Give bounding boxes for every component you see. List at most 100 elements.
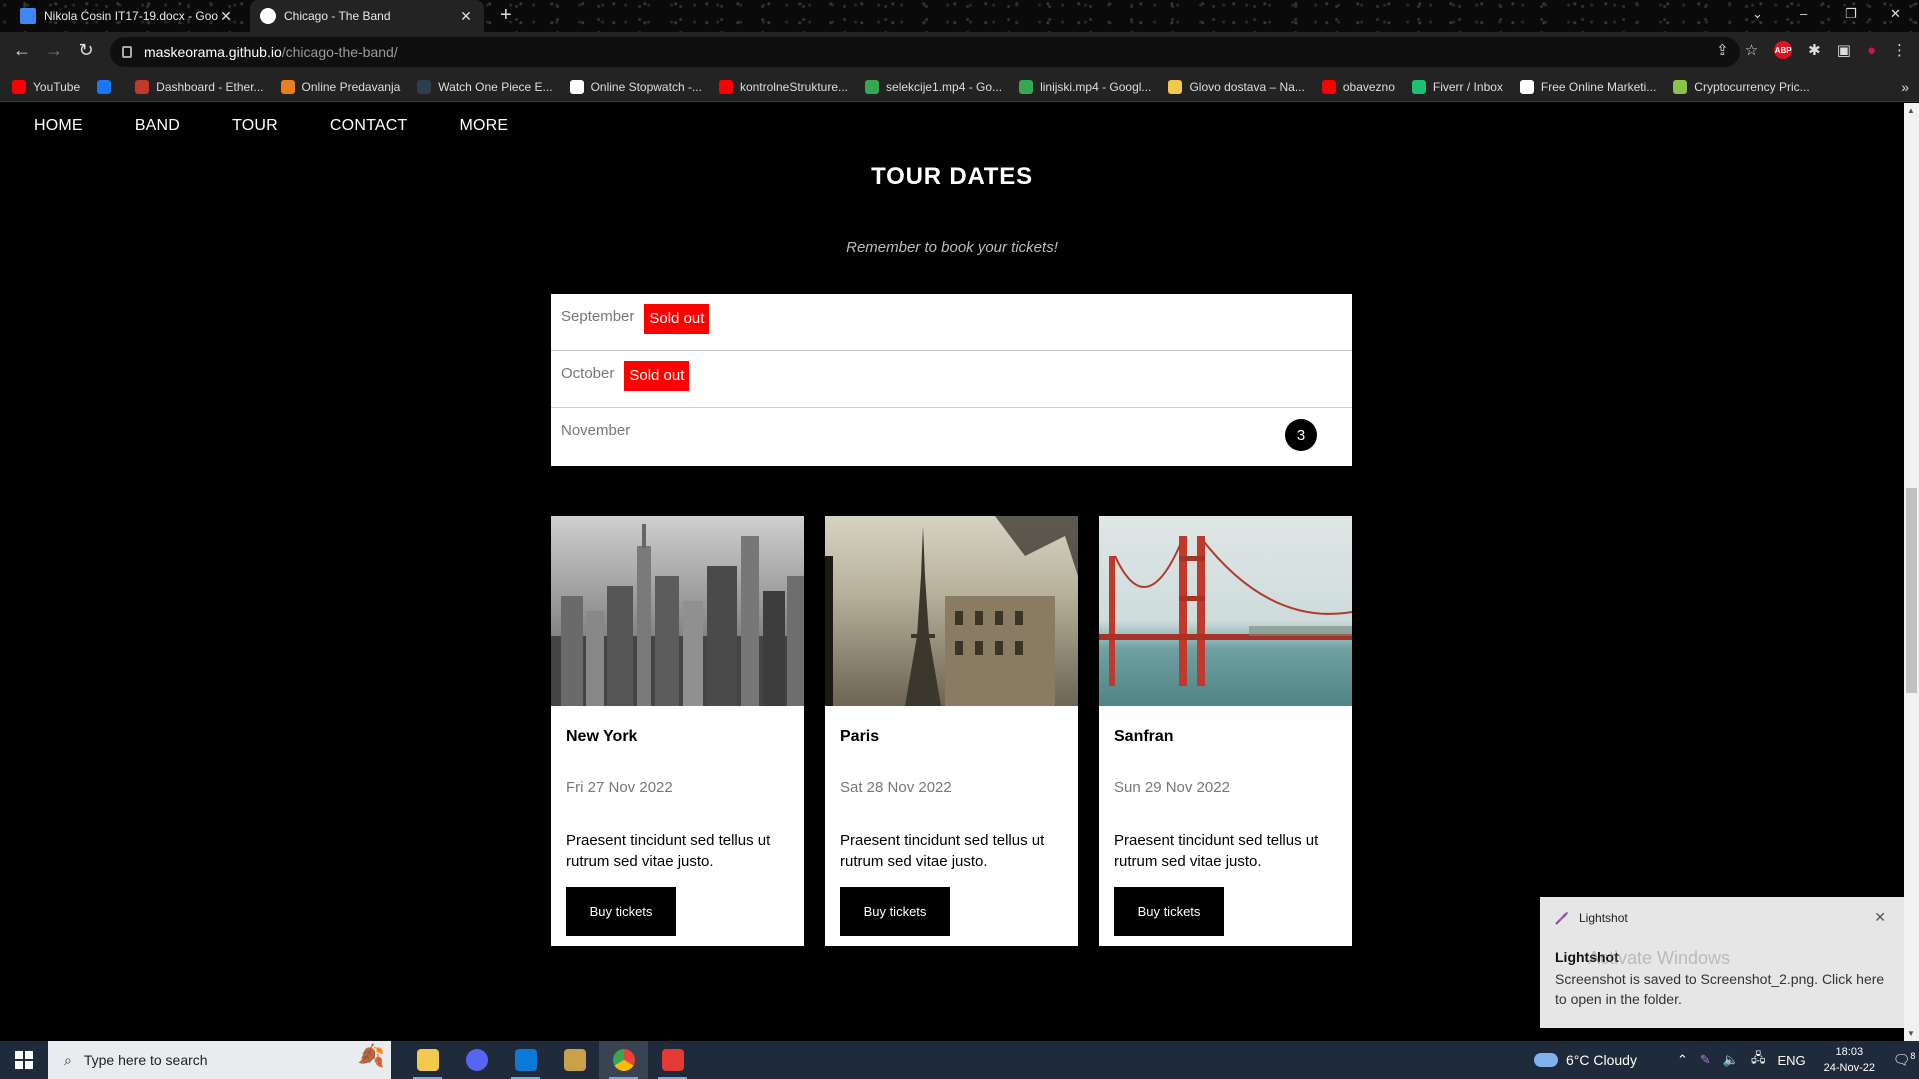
- language-indicator[interactable]: ENG: [1777, 1053, 1805, 1068]
- notification-app: Lightshot: [1579, 911, 1628, 925]
- start-button[interactable]: [0, 1041, 48, 1079]
- reload-icon[interactable]: ↻: [74, 40, 98, 61]
- list-item: November 3: [551, 408, 1352, 466]
- bookmark-star-icon[interactable]: ☆: [1745, 41, 1758, 59]
- card-date: Sun 29 Nov 2022: [1114, 779, 1230, 796]
- page-subtitle: Remember to book your tickets!: [846, 239, 1058, 256]
- tab-search-icon[interactable]: ⌄: [1752, 6, 1763, 22]
- weather-widget[interactable]: 6°C Cloudy: [1534, 1052, 1637, 1068]
- close-tab-icon[interactable]: ✕: [218, 8, 234, 25]
- bookmark-favicon-icon: [1019, 79, 1034, 94]
- lightshot-tray-icon[interactable]: ✎: [1700, 1052, 1711, 1068]
- page-scrollbar[interactable]: ▲ ▼: [1904, 103, 1919, 1041]
- new-tab-button[interactable]: +: [500, 4, 512, 27]
- close-window-button[interactable]: ✕: [1890, 6, 1901, 22]
- sold-out-badge: Sold out: [624, 361, 690, 391]
- bookmark-item[interactable]: Free Online Marketi...: [1519, 79, 1657, 94]
- bookmarks-overflow-icon[interactable]: »: [1901, 79, 1909, 95]
- scroll-up-icon[interactable]: ▲: [1907, 106, 1915, 115]
- toolbar: ← → ↻ maskeorama.github.io/chicago-the-b…: [0, 32, 1919, 72]
- adblock-icon[interactable]: ABP: [1774, 41, 1793, 59]
- discord-app[interactable]: [452, 1041, 501, 1079]
- share-icon[interactable]: ⇪: [1716, 41, 1729, 59]
- bookmark-item[interactable]: YouTube: [12, 79, 80, 94]
- scrollbar-thumb[interactable]: [1906, 488, 1917, 693]
- bookmark-item[interactable]: linijski.mp4 - Googl...: [1019, 79, 1152, 94]
- file-explorer-app[interactable]: [403, 1041, 452, 1079]
- notification-center-button[interactable]: 🗨8: [1889, 1051, 1919, 1069]
- buy-tickets-button[interactable]: Buy tickets: [840, 887, 950, 936]
- nav-tour[interactable]: TOUR: [206, 103, 304, 149]
- bookmark-item[interactable]: kontrolneStrukture...: [718, 79, 849, 94]
- close-icon[interactable]: ✕: [1874, 909, 1886, 926]
- league-app[interactable]: [550, 1041, 599, 1079]
- clock[interactable]: 18:03 24-Nov-22: [1824, 1044, 1875, 1076]
- paris-image: [825, 516, 1078, 706]
- bookmark-favicon-icon: [1519, 79, 1534, 94]
- volume-icon[interactable]: 🔈: [1723, 1052, 1739, 1068]
- cloud-icon: [1534, 1053, 1558, 1067]
- bookmark-favicon-icon: [97, 79, 112, 94]
- url-path: /chicago-the-band/: [281, 44, 398, 60]
- forward-icon[interactable]: →: [42, 40, 66, 61]
- bookmark-item[interactable]: Online Stopwatch -...: [569, 79, 702, 94]
- buy-tickets-button[interactable]: Buy tickets: [1114, 887, 1224, 936]
- discord-icon: [465, 1049, 488, 1071]
- bookmark-item[interactable]: Online Predavanja: [280, 79, 400, 94]
- nav-band[interactable]: BAND: [109, 103, 206, 149]
- nav-contact[interactable]: CONTACT: [304, 103, 434, 149]
- tab-chicago[interactable]: Chicago - The Band ✕: [250, 0, 484, 32]
- chevron-up-icon[interactable]: ⌃: [1677, 1052, 1688, 1068]
- system-tray: 6°C Cloudy ⌃ ✎ 🔈 🖧 ENG 18:03 24-Nov-22 🗨…: [1534, 1041, 1919, 1079]
- windows-icon: [15, 1051, 33, 1069]
- close-tab-icon[interactable]: ✕: [458, 8, 474, 25]
- tour-month-list: September Sold out October Sold out Nove…: [551, 294, 1352, 466]
- nav-more[interactable]: MORE: [433, 103, 534, 149]
- bookmark-item[interactable]: Glovo dostava – Na...: [1168, 79, 1305, 94]
- bookmark-item[interactable]: Cryptocurrency Pric...: [1673, 79, 1810, 94]
- bookmark-item[interactable]: Dashboard - Ether...: [135, 79, 264, 94]
- bookmark-item[interactable]: Fiverr / Inbox: [1411, 79, 1503, 94]
- bookmark-favicon-icon: [718, 79, 733, 94]
- network-icon[interactable]: 🖧: [1751, 1049, 1766, 1071]
- wps-app[interactable]: [648, 1041, 697, 1079]
- bookmark-label: kontrolneStrukture...: [739, 79, 849, 94]
- bookmark-item[interactable]: [97, 79, 118, 94]
- taskbar-search[interactable]: ⌕ Type here to search 🍂: [48, 1041, 391, 1079]
- taskbar-apps: [403, 1041, 697, 1079]
- back-icon[interactable]: ←: [10, 40, 34, 61]
- bookmark-item[interactable]: selekcije1.mp4 - Go...: [865, 79, 1002, 94]
- nav-home[interactable]: HOME: [0, 103, 109, 149]
- bookmark-favicon-icon: [1321, 79, 1336, 94]
- menu-icon[interactable]: ⋮: [1892, 41, 1907, 59]
- notification-header: Lightshot: [1555, 911, 1628, 925]
- clock-date: 24-Nov-22: [1823, 1062, 1875, 1074]
- bookmark-favicon-icon: [1673, 79, 1688, 94]
- card-date: Sat 28 Nov 2022: [840, 779, 952, 796]
- bookmark-item[interactable]: Watch One Piece E...: [417, 79, 553, 94]
- minimize-button[interactable]: –: [1800, 6, 1807, 21]
- buy-tickets-button[interactable]: Buy tickets: [566, 887, 676, 936]
- golden-gate-image: [1099, 516, 1352, 706]
- address-bar[interactable]: maskeorama.github.io/chicago-the-band/: [110, 37, 1740, 67]
- activate-windows-watermark: Activate Windows: [1588, 948, 1731, 968]
- tab-title: Chicago - The Band: [284, 9, 391, 23]
- chrome-app[interactable]: [599, 1041, 648, 1079]
- tour-cards: New York Fri 27 Nov 2022 Praesent tincid…: [551, 516, 1352, 946]
- taskbar: ⌕ Type here to search 🍂 6°C Cloudy ⌃ ✎ 🔈…: [0, 1041, 1919, 1079]
- month-name: October: [561, 365, 615, 382]
- maximize-button[interactable]: ❐: [1845, 6, 1857, 22]
- new-york-image: [551, 516, 804, 706]
- vscode-app[interactable]: [501, 1041, 550, 1079]
- bookmark-label: Dashboard - Ether...: [156, 79, 264, 94]
- tab-docs[interactable]: Nikola Ćosin IT17-19.docx - Goo ✕: [10, 0, 244, 32]
- scroll-down-icon[interactable]: ▼: [1907, 1029, 1915, 1038]
- bookmark-label: linijski.mp4 - Googl...: [1040, 79, 1152, 94]
- side-panel-icon[interactable]: ▣: [1837, 41, 1851, 59]
- search-placeholder: Type here to search: [83, 1052, 208, 1068]
- profile-icon[interactable]: ●: [1867, 42, 1876, 59]
- bookmark-label: Free Online Marketi...: [1540, 79, 1657, 94]
- extensions-icon[interactable]: ✱: [1808, 41, 1821, 59]
- bookmark-item[interactable]: obavezno: [1321, 79, 1395, 94]
- bookmark-favicon-icon: [12, 79, 26, 94]
